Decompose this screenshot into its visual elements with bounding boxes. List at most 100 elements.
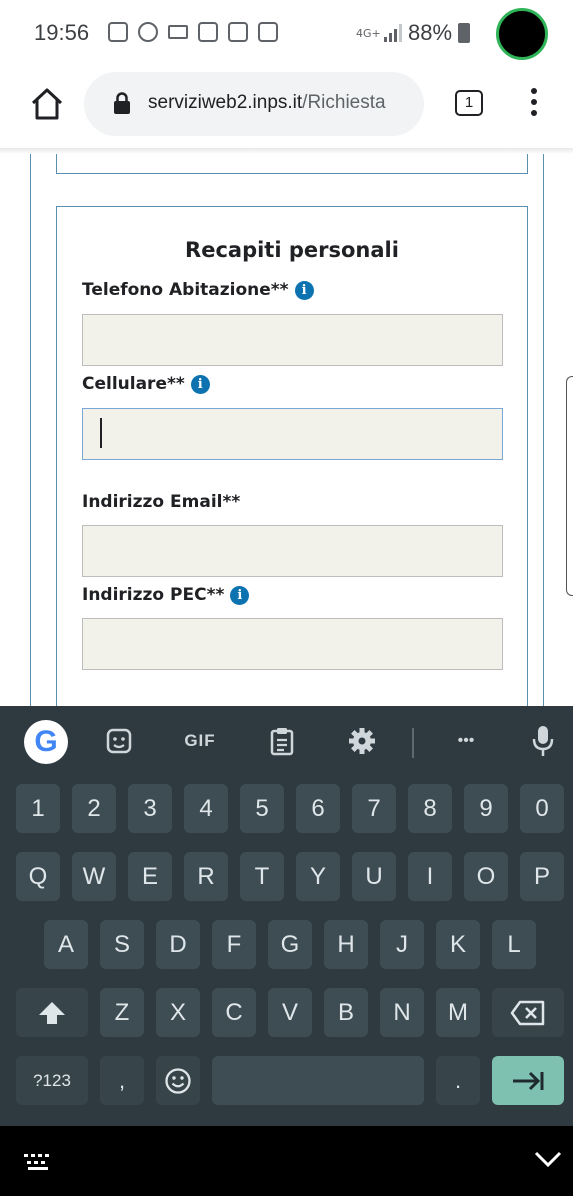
key-y[interactable]: Y — [296, 852, 340, 901]
shift-icon — [39, 1002, 65, 1024]
section-title: Recapiti personali — [185, 238, 399, 262]
comma-key[interactable]: , — [100, 1056, 144, 1105]
key-m[interactable]: M — [436, 988, 480, 1037]
key-u[interactable]: U — [352, 852, 396, 901]
microphone-icon[interactable] — [530, 724, 556, 758]
home-phone-label: Telefono Abitazione** i — [82, 280, 314, 300]
info-icon[interactable]: i — [230, 585, 250, 605]
pec-label-text: Indirizzo PEC** — [82, 585, 225, 605]
emoji-icon — [165, 1068, 191, 1094]
status-time: 19:56 — [34, 20, 90, 45]
mobile-label-text: Cellulare** — [82, 374, 185, 394]
system-indicators: 4G+ 88% — [356, 20, 471, 46]
home-icon[interactable] — [30, 87, 64, 121]
key-h[interactable]: H — [324, 920, 368, 969]
soft-keyboard: G GIF ••• 1 2 3 4 5 6 7 8 9 0 Q W E R T … — [0, 706, 573, 1126]
key-b[interactable]: B — [324, 988, 368, 1037]
emoji-key[interactable] — [156, 1056, 200, 1105]
key-k[interactable]: K — [436, 920, 480, 969]
notification-icons — [108, 22, 278, 42]
more-menu-icon[interactable] — [524, 88, 544, 122]
gif-button[interactable]: GIF — [178, 724, 222, 758]
key-i[interactable]: I — [408, 852, 452, 901]
key-5[interactable]: 5 — [240, 784, 284, 833]
pec-label: Indirizzo PEC** i — [82, 585, 250, 605]
key-j[interactable]: J — [380, 920, 424, 969]
key-9[interactable]: 9 — [464, 784, 508, 833]
more-options-icon[interactable]: ••• — [444, 724, 488, 758]
key-2[interactable]: 2 — [72, 784, 116, 833]
keyboard-switch-icon[interactable] — [22, 1152, 54, 1172]
mobile-label: Cellulare** i — [82, 374, 210, 394]
sim-icon — [198, 22, 218, 42]
symbols-key[interactable]: ?123 — [16, 1056, 88, 1105]
key-o[interactable]: O — [464, 852, 508, 901]
key-3[interactable]: 3 — [128, 784, 172, 833]
url-path: /Richiesta — [302, 92, 386, 113]
key-t[interactable]: T — [240, 852, 284, 901]
key-g[interactable]: G — [268, 920, 312, 969]
key-0[interactable]: 0 — [520, 784, 564, 833]
key-6[interactable]: 6 — [296, 784, 340, 833]
key-1[interactable]: 1 — [16, 784, 60, 833]
tab-switcher-button[interactable]: 1 — [455, 90, 483, 116]
clipboard-icon[interactable] — [268, 724, 296, 758]
web-page: Recapiti personali Telefono Abitazione**… — [0, 154, 573, 706]
space-key[interactable] — [212, 1056, 424, 1105]
key-f[interactable]: F — [212, 920, 256, 969]
lock-icon — [114, 92, 130, 114]
key-w[interactable]: W — [72, 852, 116, 901]
pec-input[interactable] — [82, 618, 503, 670]
signal-icon — [384, 24, 402, 42]
key-s[interactable]: S — [100, 920, 144, 969]
previous-section-box — [56, 154, 528, 174]
key-l[interactable]: L — [492, 920, 536, 969]
mobile-input[interactable] — [82, 408, 503, 460]
key-7[interactable]: 7 — [352, 784, 396, 833]
key-d[interactable]: D — [156, 920, 200, 969]
screenshot-icon — [108, 22, 128, 42]
key-e[interactable]: E — [128, 852, 172, 901]
status-bar: 19:56 4G+ 88% — [0, 0, 573, 72]
gear-icon[interactable] — [346, 724, 378, 758]
gif-label: GIF — [184, 731, 216, 750]
next-field-key[interactable] — [492, 1056, 564, 1105]
screenshot-icon — [228, 22, 248, 42]
chevron-down-icon[interactable] — [533, 1148, 563, 1170]
avatar[interactable] — [496, 8, 548, 60]
key-n[interactable]: N — [380, 988, 424, 1037]
period-key[interactable]: . — [436, 1056, 480, 1105]
key-v[interactable]: V — [268, 988, 312, 1037]
battery-percent: 88% — [408, 20, 453, 45]
navigation-bar — [0, 1126, 573, 1196]
key-q[interactable]: Q — [16, 852, 60, 901]
whatsapp-icon — [138, 22, 158, 42]
url-host: serviziweb2.inps.it — [148, 92, 303, 113]
google-icon[interactable]: G — [24, 720, 68, 764]
keyboard-notification-icon — [168, 25, 188, 39]
email-label: Indirizzo Email** — [82, 492, 240, 512]
key-r[interactable]: R — [184, 852, 228, 901]
shift-key[interactable] — [16, 988, 88, 1037]
key-p[interactable]: P — [520, 852, 564, 901]
backspace-icon — [510, 1000, 545, 1026]
scrollbar-thumb[interactable] — [566, 376, 573, 596]
key-c[interactable]: C — [212, 988, 256, 1037]
key-a[interactable]: A — [44, 920, 88, 969]
home-phone-input[interactable] — [82, 314, 503, 366]
wifi-hotspot-icon — [258, 22, 278, 42]
info-icon[interactable]: i — [190, 374, 210, 394]
sticker-icon[interactable] — [104, 724, 134, 758]
tab-arrow-icon — [513, 1071, 544, 1091]
key-z[interactable]: Z — [100, 988, 144, 1037]
keyboard-toolbar: G GIF ••• — [0, 706, 573, 776]
address-bar[interactable]: serviziweb2.inps.it/Richiesta — [84, 72, 424, 136]
toolbar-divider — [412, 728, 414, 758]
home-phone-label-text: Telefono Abitazione** — [82, 280, 289, 300]
key-4[interactable]: 4 — [184, 784, 228, 833]
key-8[interactable]: 8 — [408, 784, 452, 833]
email-input[interactable] — [82, 525, 503, 577]
key-x[interactable]: X — [156, 988, 200, 1037]
backspace-key[interactable] — [492, 988, 564, 1037]
info-icon[interactable]: i — [294, 280, 314, 300]
